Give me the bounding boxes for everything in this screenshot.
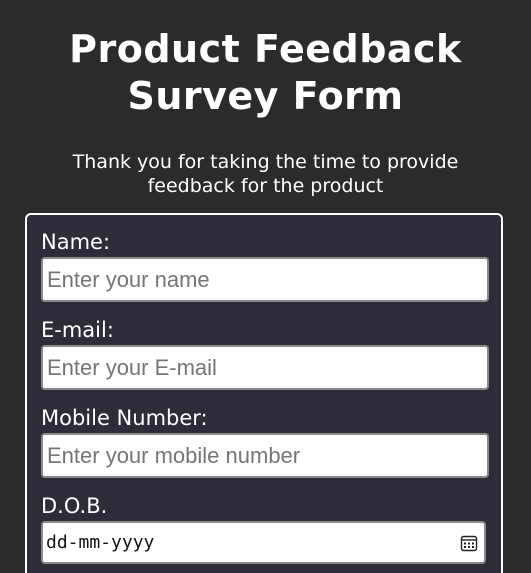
name-label: Name:: [41, 230, 111, 254]
dob-placeholder: dd-mm-yyyy: [46, 532, 155, 553]
name-input[interactable]: [41, 257, 489, 302]
page-title-line1: Product Feedback: [69, 27, 462, 71]
dob-label: D.O.B.: [41, 494, 108, 518]
email-label: E-mail:: [41, 318, 114, 342]
email-input[interactable]: [41, 345, 489, 390]
survey-page: Product Feedback Survey Form Thank you f…: [0, 0, 531, 573]
page-title-line2: Survey Form: [127, 74, 404, 118]
mobile-label: Mobile Number:: [41, 406, 208, 430]
survey-form: Name: E-mail: Mobile Number: D.O.B. dd-m…: [25, 213, 503, 573]
page-description: Thank you for taking the time to provide…: [72, 151, 459, 197]
calendar-icon[interactable]: [460, 534, 478, 552]
dob-input[interactable]: dd-mm-yyyy: [41, 521, 486, 564]
mobile-input[interactable]: [41, 433, 489, 478]
page-title: Product Feedback Survey Form: [0, 0, 531, 120]
